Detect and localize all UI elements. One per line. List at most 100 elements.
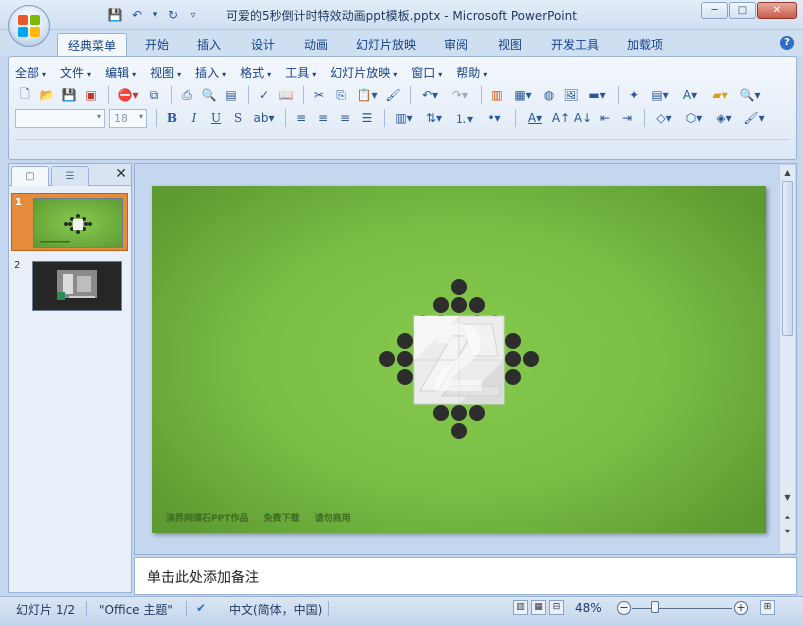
align-right-icon[interactable]: ≡ xyxy=(335,108,355,128)
table-icon[interactable]: ▦▾ xyxy=(509,85,537,105)
tab-slides[interactable]: ▢ xyxy=(11,166,49,186)
increase-indent-icon[interactable]: ⇥ xyxy=(617,108,637,128)
slide-sorter-view-icon[interactable]: ▦ xyxy=(531,600,546,615)
help-icon[interactable]: ? xyxy=(780,36,794,50)
pdf-icon[interactable]: ▣ xyxy=(81,85,101,105)
spellcheck-icon[interactable]: ✔ xyxy=(196,601,206,615)
bullets-icon[interactable]: •▾ xyxy=(480,108,508,128)
scroll-up-icon[interactable]: ▲ xyxy=(780,166,795,180)
tab-developer[interactable]: 开发工具 xyxy=(541,33,609,56)
tab-classic-menu[interactable]: 经典菜单 xyxy=(57,33,128,56)
tab-addins[interactable]: 加载项 xyxy=(617,33,673,56)
tab-insert[interactable]: 插入 xyxy=(187,33,231,56)
zoom-level[interactable]: 48% xyxy=(575,601,602,615)
menu-insert[interactable]: 插入 ▾ xyxy=(195,64,226,80)
zoom-slider-track[interactable] xyxy=(632,608,732,609)
shadow-icon[interactable]: S xyxy=(228,108,248,128)
shape-style-icon[interactable]: ◈▾ xyxy=(710,108,738,128)
next-slide-icon[interactable]: ⏷ xyxy=(780,525,795,539)
tab-review[interactable]: 审阅 xyxy=(434,33,478,56)
undo-icon[interactable]: ↶▾ xyxy=(416,85,444,105)
format-painter-icon[interactable]: 🖌 xyxy=(383,85,403,105)
customize-qat-icon[interactable]: ▿ xyxy=(186,6,200,24)
redo-icon[interactable]: ↷▾ xyxy=(446,85,474,105)
tab-slideshow[interactable]: 幻灯片放映 xyxy=(346,33,426,56)
theme-name[interactable]: "Office 主题" xyxy=(99,601,173,618)
fit-to-window-icon[interactable]: ⊞ xyxy=(760,600,775,615)
text-direction-icon[interactable]: ⇅▾ xyxy=(420,108,448,128)
char-spacing-icon[interactable]: ab▾ xyxy=(250,108,278,128)
menu-file[interactable]: 文件 ▾ xyxy=(60,64,91,80)
undo-icon[interactable]: ↶ xyxy=(128,6,146,24)
redo-icon[interactable]: ↻ xyxy=(164,6,182,24)
normal-view-icon[interactable]: ▥ xyxy=(513,600,528,615)
slide-thumbnail-1[interactable]: 1 xyxy=(11,193,128,251)
vertical-scrollbar[interactable]: ▲ ▼ ⏶ ⏷ xyxy=(779,165,795,553)
cut-icon[interactable]: ✂ xyxy=(309,85,329,105)
font-color-icon[interactable]: A▾ xyxy=(521,108,549,128)
clipart-icon[interactable]: ◍ xyxy=(539,85,559,105)
permission-icon[interactable]: ⛔▾ xyxy=(114,85,142,105)
zoom-in-icon[interactable]: + xyxy=(734,601,748,615)
notes-pane[interactable]: 单击此处添加备注 xyxy=(134,557,797,595)
chart-icon[interactable]: ▥ xyxy=(487,85,507,105)
shapes-icon[interactable]: ◇▾ xyxy=(650,108,678,128)
textbox-icon[interactable]: A▾ xyxy=(676,85,704,105)
zoom-slider-thumb[interactable] xyxy=(651,601,659,613)
attach-icon[interactable]: ⧉ xyxy=(144,85,164,105)
print-preview-icon[interactable]: 🔍 xyxy=(199,85,219,105)
scroll-down-icon[interactable]: ▼ xyxy=(780,491,795,505)
menu-view[interactable]: 视图 ▾ xyxy=(150,64,181,80)
shape-fill-icon[interactable]: 🖌▾ xyxy=(740,108,768,128)
font-size-select[interactable]: 18 ▾ xyxy=(109,108,147,128)
align-left-icon[interactable]: ≡ xyxy=(291,108,311,128)
menu-slideshow[interactable]: 幻灯片放映 ▾ xyxy=(330,64,397,80)
slide-thumbnail-2[interactable]: 2 xyxy=(11,257,128,315)
close-icon[interactable]: ✕ xyxy=(115,166,127,182)
tab-design[interactable]: 设计 xyxy=(241,33,285,56)
open-folder-icon[interactable]: 📂 xyxy=(37,85,57,105)
paste-icon[interactable]: 📋▾ xyxy=(353,85,381,105)
zoom-icon[interactable]: 🔍▾ xyxy=(736,85,764,105)
close-button[interactable]: ✕ xyxy=(757,2,797,19)
italic-icon[interactable]: I xyxy=(184,108,204,128)
arrange-icon[interactable]: ⬡▾ xyxy=(680,108,708,128)
slide-sorter-icon[interactable]: ▤ xyxy=(221,85,241,105)
layout-icon[interactable]: ▤▾ xyxy=(646,85,674,105)
picture-icon[interactable]: 🖼 xyxy=(561,85,581,105)
scroll-thumb[interactable] xyxy=(782,181,793,336)
tab-home[interactable]: 开始 xyxy=(135,33,179,56)
zoom-out-icon[interactable]: − xyxy=(617,601,631,615)
previous-slide-icon[interactable]: ⏶ xyxy=(780,511,795,525)
bold-icon[interactable]: B xyxy=(162,108,182,128)
research-icon[interactable]: 📖 xyxy=(276,85,296,105)
folder-icon[interactable]: ▰▾ xyxy=(706,85,734,105)
increase-font-icon[interactable]: A↑ xyxy=(551,108,571,128)
print-icon[interactable]: ⎙ xyxy=(177,85,197,105)
save-icon[interactable]: 💾 xyxy=(59,85,79,105)
decrease-font-icon[interactable]: A↓ xyxy=(573,108,593,128)
language-indicator[interactable]: 中文(简体，中国) xyxy=(229,601,322,618)
office-button[interactable] xyxy=(8,5,50,47)
new-document-icon[interactable]: 🗋 xyxy=(15,85,35,105)
menu-all[interactable]: 全部 ▾ xyxy=(15,64,46,80)
slideshow-view-icon[interactable]: ⊟ xyxy=(549,600,564,615)
slide-canvas[interactable]: 2 演界网璞石PPT作品 免费下载 请勿商用 xyxy=(152,186,766,533)
tab-animation[interactable]: 动画 xyxy=(294,33,338,56)
tab-outline[interactable]: ☰ xyxy=(51,166,89,186)
new-slide-icon[interactable]: ✦ xyxy=(624,85,644,105)
save-icon[interactable]: 💾 xyxy=(106,6,124,24)
maximize-button[interactable]: □ xyxy=(729,2,756,19)
columns-icon[interactable]: ▥▾ xyxy=(390,108,418,128)
underline-icon[interactable]: U xyxy=(206,108,226,128)
copy-icon[interactable]: ⎘ xyxy=(331,85,351,105)
spelling-icon[interactable]: ✓ xyxy=(254,85,274,105)
align-center-icon[interactable]: ≡ xyxy=(313,108,333,128)
menu-format[interactable]: 格式 ▾ xyxy=(240,64,271,80)
justify-icon[interactable]: ☰ xyxy=(357,108,377,128)
font-name-select[interactable]: ▾ xyxy=(15,108,105,128)
notes-placeholder[interactable]: 单击此处添加备注 xyxy=(147,567,259,587)
menu-tools[interactable]: 工具 ▾ xyxy=(285,64,316,80)
decrease-indent-icon[interactable]: ⇤ xyxy=(595,108,615,128)
minimize-button[interactable]: ─ xyxy=(701,2,728,19)
